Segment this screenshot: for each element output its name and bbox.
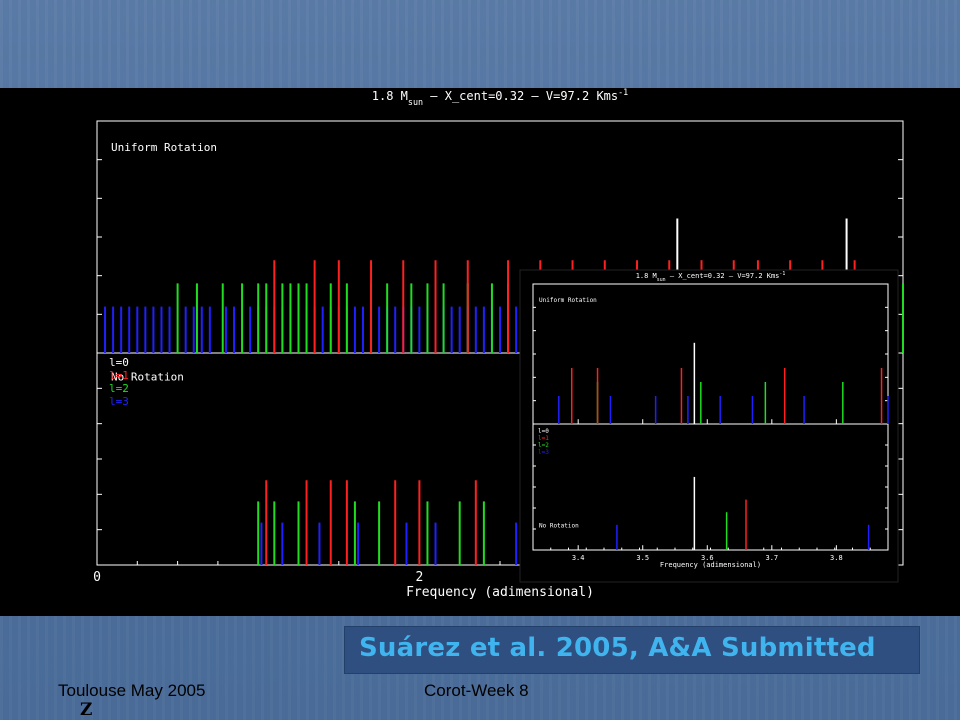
x-axis-label: Frequency (adimensional) xyxy=(406,585,594,600)
x-tick-label: 3.8 xyxy=(830,554,843,562)
panel-label-no-rotation: No Rotation xyxy=(539,522,579,529)
citation-box: Suárez et al. 2005, A&A Submitted xyxy=(344,626,920,674)
figure-panel: 1.8 Msun – X_cent=0.32 – V=97.2 Kms-1024… xyxy=(0,87,960,616)
legend-entry-l-0: l=0 xyxy=(538,428,549,435)
footer-slide-title: Corot-Week 8 xyxy=(424,681,529,700)
frequency-spectrum-figure: 1.8 Msun – X_cent=0.32 – V=97.2 Kms-1024… xyxy=(93,87,904,600)
legend-entry-l-3: l=3 xyxy=(109,395,129,408)
chart-title: 1.8 Msun – X_cent=0.32 – V=97.2 Kms-1 xyxy=(372,88,628,107)
x-tick-label: 0 xyxy=(93,570,101,585)
x-tick-label: 3.4 xyxy=(572,554,585,562)
citation-text: Suárez et al. 2005, A&A Submitted xyxy=(359,633,876,663)
footer-venue: Toulouse May 2005 xyxy=(58,681,206,700)
panel-label-uniform: Uniform Rotation xyxy=(111,141,217,154)
legend-entry-l-1: l=1 xyxy=(109,369,129,382)
x-tick-label: 3.5 xyxy=(636,554,649,562)
x-tick-label: 3.7 xyxy=(765,554,778,562)
legend-entry-l-1: l=1 xyxy=(538,435,549,442)
legend-entry-l-2: l=2 xyxy=(538,442,549,449)
footer-mark: Z xyxy=(80,700,93,720)
x-axis-label: Frequency (adimensional) xyxy=(660,561,761,569)
legend-entry-l-0: l=0 xyxy=(109,356,129,369)
legend-entry-l-2: l=2 xyxy=(109,382,129,395)
x-tick-label: 2 xyxy=(415,570,423,585)
panel-label-uniform: Uniform Rotation xyxy=(539,297,597,304)
legend-entry-l-3: l=3 xyxy=(538,449,549,456)
inset-background xyxy=(519,269,899,583)
